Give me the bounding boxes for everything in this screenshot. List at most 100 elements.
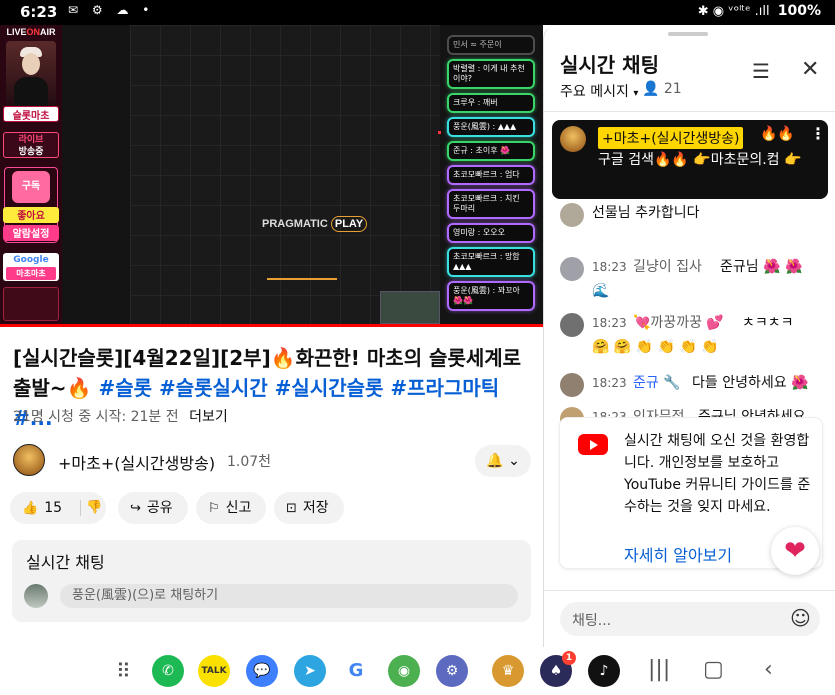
settings-app-icon[interactable]: ⚙: [436, 655, 468, 687]
overlay-chat-list: 민서 ≈ 주문이박렬렬 : 이게 내 추천이야? 크루우 : 깨버풍운(風雲) :…: [447, 35, 539, 315]
message-time: 18:23: [592, 376, 627, 390]
poker-app-app-icon[interactable]: ♠ 1: [540, 651, 576, 687]
tune-icon[interactable]: ☰: [752, 59, 770, 83]
channel-avatar[interactable]: [13, 444, 45, 476]
message-author[interactable]: 💘까꿍까꿍 💕: [633, 311, 724, 335]
welcome-notice-text: 실시간 채팅에 오신 것을 환영합니다. 개인정보를 보호하고 YouTube …: [624, 433, 811, 515]
message-avatar: [560, 257, 584, 281]
report-button[interactable]: ⚐ 신고: [196, 492, 266, 524]
more-button[interactable]: 더보기: [189, 409, 228, 425]
more-vert-icon[interactable]: ⋮: [810, 124, 826, 143]
overlay-chat-item: 초코모빠르크 : 엄다: [447, 165, 535, 185]
status-time: 6:23: [20, 3, 58, 21]
message-text-continued: 🤗 🤗 👏 👏 👏 👏: [592, 339, 719, 355]
google-app-icon[interactable]: G: [340, 655, 372, 687]
notification-icons: ✉ ⚙ ☁ •: [68, 3, 155, 17]
messages-app-icon[interactable]: 💬: [246, 655, 278, 687]
overlay-chat-item: 민서 ≈ 주문이: [447, 35, 535, 55]
footer-divider: [544, 590, 835, 591]
pinned-fire: 🔥🔥: [760, 126, 795, 142]
chat-filter-dropdown[interactable]: 주요 메시지 ▾: [560, 81, 638, 101]
pinned-author: +마초+(실시간생방송): [598, 127, 744, 149]
overlay-chat-item: 초코모빠르크 : 치킨 두마리: [447, 189, 535, 219]
save-button[interactable]: ⊡ 저장: [274, 492, 344, 524]
message-time: 18:23: [592, 316, 627, 330]
like-tag: 좋아요: [3, 207, 59, 223]
video-progress-fill: [0, 324, 543, 327]
message-avatar: [560, 203, 584, 227]
status-right: ✱ ◉ ᵛᵒˡᵗᵉ .ıll 100%: [698, 3, 821, 19]
video-player[interactable]: LIVEONAIR 슬롯마초 라이브 방송중 구독 좋아요 알람설정 Google…: [0, 25, 543, 327]
subscriber-count: 1.07천: [227, 454, 272, 470]
pragmatic-play-logo: PRAGMATIC PLAY: [262, 216, 368, 232]
share-button[interactable]: ↪ 공유: [118, 492, 188, 524]
live-chat-preview[interactable]: 실시간 채팅 풍운(風雲)(으)로 채팅하기: [12, 540, 531, 622]
notification-badge: 1: [562, 651, 576, 665]
thumbs-down-icon[interactable]: 👎: [86, 492, 102, 524]
overlay-chat-item: 박렬렬 : 이게 내 추천이야?: [447, 59, 535, 89]
status-bar: 6:23 ✉ ⚙ ☁ • ✱ ◉ ᵛᵒˡᵗᵉ .ıll 100%: [0, 0, 835, 25]
live-chat-title: 실시간 채팅: [560, 53, 659, 77]
navigation-bar: ⠿ ||| ▢ ‹ ✆ TALK 💬 ➤ G ◉ ⚙ ♛ ♠ 1 ♪: [0, 647, 835, 695]
channel-row: +마초+(실시간생방송) 1.07천 🔔 ⌄: [13, 443, 533, 479]
webcam-inset: [380, 291, 440, 324]
slot-stage: [130, 25, 440, 327]
message-text: 준규님 🌺 🌺: [720, 259, 803, 275]
loading-bar: [267, 278, 337, 280]
live-chat-panel: 실시간 채팅 주요 메시지 ▾ 👤 21 ☰ ✕ 선물님 추카합니다 18:23 길…: [543, 25, 835, 647]
overlay-chat-item: 준규 : 초이후 🌺: [447, 141, 535, 161]
phone-app-icon[interactable]: ✆: [152, 655, 184, 687]
youtube-logo-icon: [578, 434, 608, 455]
channel-name[interactable]: +마초+(실시간생방송): [58, 450, 215, 474]
message-text: 다들 안녕하세요 🌺: [692, 375, 809, 391]
pinned-message[interactable]: +마초+(실시간생방송) 🔥🔥 ⋮ 구글 검색🔥🔥 👉마초문의.컴 👉: [552, 120, 828, 199]
learn-more-link[interactable]: 자세히 알아보기: [624, 542, 732, 566]
share-icon: ↪: [130, 501, 141, 516]
screen: 6:23 ✉ ⚙ ☁ • ✱ ◉ ᵛᵒˡᵗᵉ .ıll 100% LIVEONA…: [0, 0, 835, 695]
kakaotalk-app-icon[interactable]: TALK: [198, 655, 230, 687]
message-author[interactable]: 준규 🔧: [633, 371, 681, 395]
recents-icon[interactable]: |||: [648, 657, 670, 682]
message-time: 18:23: [592, 260, 627, 274]
alarm-tag: 알람설정: [3, 225, 59, 241]
chat-preview-input[interactable]: 풍운(風雲)(으)로 채팅하기: [60, 584, 518, 608]
emoji-icon[interactable]: ☺: [790, 606, 811, 630]
heart-reaction-button[interactable]: ❤: [771, 527, 819, 575]
header-divider: [544, 111, 835, 112]
overlay-chat-item: 영미랑 : 오오오: [447, 223, 535, 243]
notification-bell-button[interactable]: 🔔 ⌄: [475, 445, 531, 477]
drag-handle[interactable]: [668, 32, 708, 36]
pinned-text: 구글 검색🔥🔥 👉마초문의.컴 👉: [598, 152, 802, 168]
user-avatar: [24, 584, 48, 608]
slot-macho-tag: 슬롯마초: [3, 106, 59, 122]
flag-icon: ⚐: [208, 501, 220, 516]
chrome-app-icon[interactable]: ◉: [388, 655, 420, 687]
tiktok-app-icon[interactable]: ♪: [588, 655, 620, 687]
live-chat-preview-title: 실시간 채팅: [26, 553, 105, 572]
battery-level: 100%: [777, 3, 821, 19]
close-icon[interactable]: ✕: [801, 57, 819, 82]
video-progress-bar[interactable]: [0, 324, 543, 327]
message-text-continued: 🌊: [592, 283, 610, 299]
app-drawer-icon[interactable]: ⠿: [116, 659, 131, 683]
overlay-chat-item: 초코모빠르크 : 망함 ▲▲▲: [447, 247, 535, 277]
connectivity-icons: ✱ ◉ ᵛᵒˡᵗᵉ .ıll: [697, 4, 770, 19]
like-button[interactable]: 👍 15 👎: [10, 492, 106, 524]
live-on-air-label: LIVEONAIR: [6, 27, 56, 37]
telegram-app-icon[interactable]: ➤: [294, 655, 326, 687]
chevron-down-icon: ▾: [633, 88, 639, 99]
back-icon[interactable]: ‹: [764, 657, 773, 682]
subscribe-heart: 구독: [12, 171, 50, 203]
google-search-tag: Google 마초마초: [3, 253, 59, 281]
overlay-chat-item: 풍운(風雲) : 꽈꼬아 🌺🌺: [447, 281, 535, 311]
video-meta: 21명 시청 중 시작: 21분 전 더보기: [13, 406, 228, 426]
overlay-chat-item: 크루우 : 깨버: [447, 93, 535, 113]
message-avatar: [560, 313, 584, 337]
message-avatar: [560, 373, 584, 397]
message-author[interactable]: 길냥이 집사: [633, 255, 702, 279]
overlay-left-panel: LIVEONAIR 슬롯마초 라이브 방송중 구독 좋아요 알람설정 Google…: [0, 25, 62, 327]
slot-app-app-icon[interactable]: ♛: [492, 655, 524, 687]
home-icon[interactable]: ▢: [703, 657, 724, 682]
chat-input[interactable]: 채팅... ☺: [560, 602, 820, 636]
live-broadcast-tag: 라이브 방송중: [3, 132, 59, 158]
